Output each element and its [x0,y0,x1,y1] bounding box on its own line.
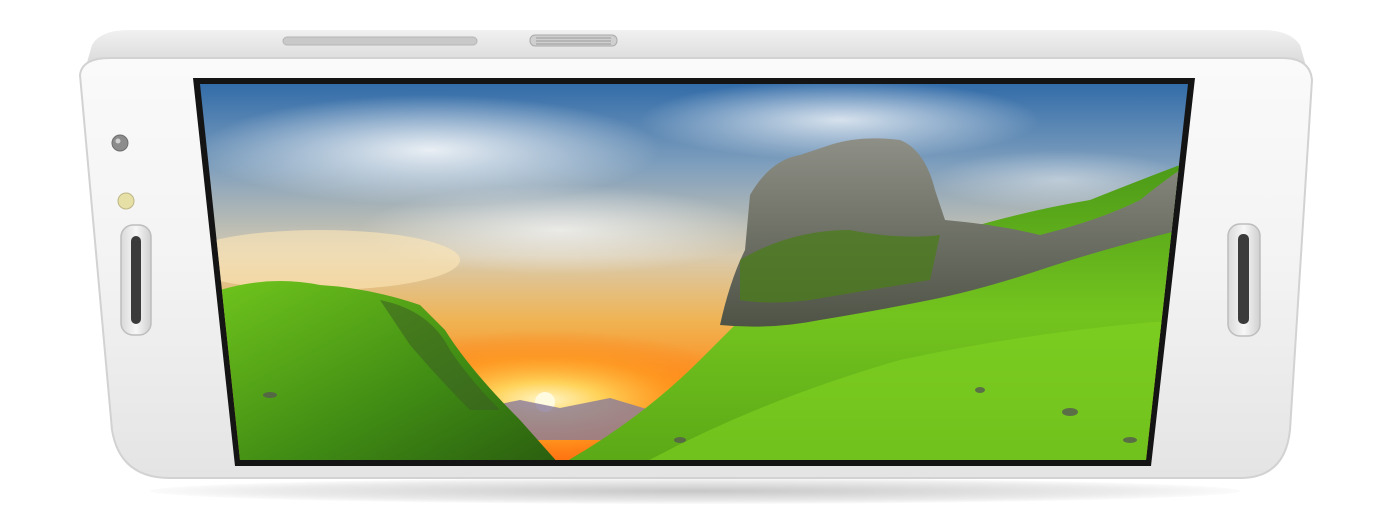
front-camera-icon [111,134,129,152]
screen-image [200,84,1188,460]
volume-button [282,36,478,46]
light-sensor-icon [117,192,135,210]
stage [0,0,1392,517]
phone-illustration [78,30,1314,479]
